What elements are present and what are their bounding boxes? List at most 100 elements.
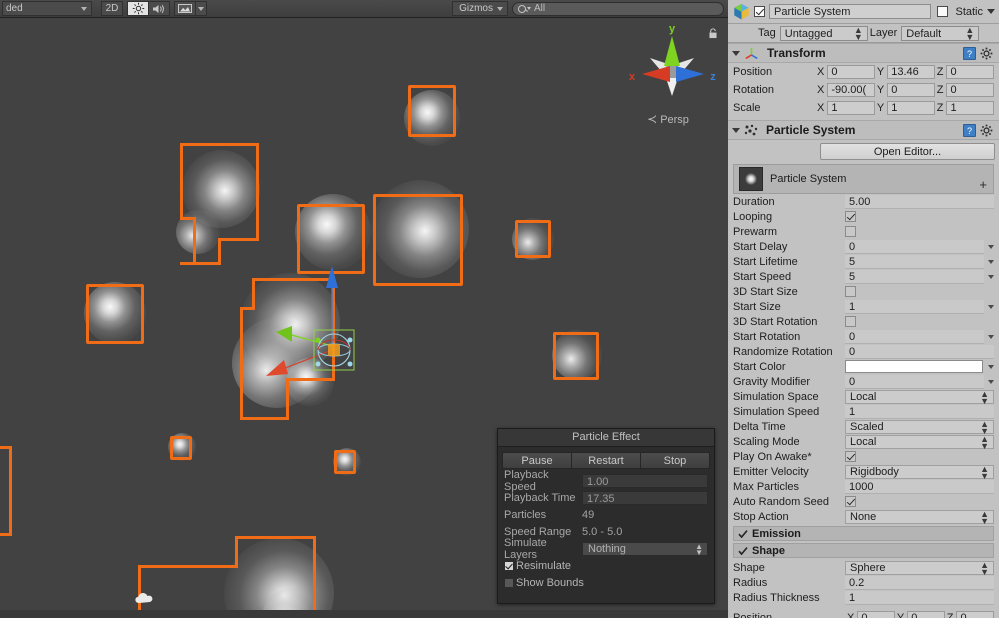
wrap	[845, 286, 994, 297]
scaling-mode-dropdown[interactable]: Local ▲ ▼	[845, 434, 994, 450]
scale-y-input[interactable]: 1	[887, 101, 935, 115]
particle-selection-outline	[334, 450, 356, 474]
position-x-input[interactable]: 0	[827, 65, 875, 79]
chevron-down-icon[interactable]	[988, 259, 994, 264]
scale-z-input[interactable]: 1	[946, 101, 995, 115]
chevron-down-icon[interactable]	[988, 364, 994, 369]
chevron-down-icon[interactable]	[988, 334, 994, 339]
particle-system-module-header[interactable]: Particle System +	[733, 164, 994, 194]
shape-position-x-input[interactable]: 0	[857, 610, 895, 618]
pause-button[interactable]: Pause	[502, 452, 572, 469]
object-name-input[interactable]: Particle System	[769, 4, 932, 19]
axis-z-cone	[676, 66, 704, 82]
chevron-down-icon[interactable]	[988, 304, 994, 309]
randomize-rotation-input[interactable]: 0	[845, 344, 994, 359]
chevron-down-icon[interactable]	[988, 379, 994, 384]
shape-module-checkbox[interactable]	[738, 546, 748, 556]
stop-button[interactable]: Stop	[640, 452, 710, 469]
show-bounds-checkbox[interactable]	[504, 577, 514, 588]
simulate-layers-dropdown[interactable]: Nothing ▲ ▼	[582, 541, 708, 556]
emission-module-checkbox[interactable]	[738, 529, 748, 539]
layer-dropdown[interactable]: Default ▲ ▼	[901, 25, 980, 41]
start-delay-input[interactable]: 0	[845, 239, 984, 254]
scene-fx-dropdown[interactable]	[195, 1, 207, 16]
scene-fx-button[interactable]	[174, 1, 196, 16]
start-rotation-row: Start Rotation 0	[728, 329, 999, 344]
module-header-emission[interactable]: Emission	[733, 526, 994, 541]
cloud-icon[interactable]	[134, 590, 158, 608]
axis-x-label: X	[847, 611, 855, 618]
delta-time-dropdown[interactable]: Scaled ▲ ▼	[845, 418, 994, 436]
emitter-velocity-dropdown[interactable]: Rigidbody ▲ ▼	[845, 464, 994, 480]
playback-speed-input[interactable]: 1.00	[582, 473, 708, 488]
scene-audio-button[interactable]	[148, 1, 170, 16]
gravity-modifier-input[interactable]: 0	[845, 374, 984, 389]
start-size-input[interactable]: 1	[845, 299, 984, 314]
duration-input[interactable]: 5.00	[845, 194, 994, 209]
updown-arrows-icon: ▲ ▼	[980, 418, 989, 436]
playback-time-input[interactable]: 17.35	[582, 490, 708, 505]
particle-icon	[744, 124, 758, 135]
chevron-down-icon[interactable]	[988, 244, 994, 249]
show-bounds-row[interactable]: Show Bounds	[498, 574, 714, 591]
gizmos-dropdown[interactable]: Gizmos	[452, 1, 508, 16]
radius-thickness-row: Radius Thickness 1	[728, 590, 999, 605]
radius-thickness-input[interactable]: 1	[845, 590, 994, 605]
rotation-x-input[interactable]: -90.00(	[827, 83, 875, 97]
static-dropdown-icon[interactable]	[987, 9, 995, 14]
transform-component-header[interactable]: Transform ?	[728, 43, 999, 63]
gear-icon[interactable]	[980, 124, 993, 137]
start-color-swatch[interactable]	[845, 360, 983, 373]
resimulate-row[interactable]: Resimulate	[498, 557, 714, 574]
shape-dropdown[interactable]: Sphere ▲ ▼	[845, 560, 994, 576]
tag-dropdown[interactable]: Untagged ▲ ▼	[779, 25, 868, 41]
lock-icon[interactable]	[708, 28, 718, 39]
particle-system-component-header[interactable]: Particle System ?	[728, 120, 999, 140]
help-icon[interactable]: ?	[963, 123, 976, 137]
scene-lighting-button[interactable]	[127, 1, 149, 16]
open-editor-button[interactable]: Open Editor...	[820, 142, 995, 160]
start-lifetime-input[interactable]: 5	[845, 254, 984, 269]
module-header-shape[interactable]: Shape	[733, 543, 994, 558]
rotation-z-input[interactable]: 0	[946, 83, 995, 97]
shape-position-z-input[interactable]: 0	[956, 610, 995, 618]
scene-search-input[interactable]: All	[512, 1, 724, 16]
shape-position-y-input[interactable]: 0	[907, 610, 945, 618]
simulation-speed-input[interactable]: 1	[845, 404, 994, 419]
start-speed-input[interactable]: 5	[845, 269, 984, 284]
gizmo-green-arrow	[276, 326, 292, 342]
looping-checkbox[interactable]	[845, 211, 856, 222]
play-on-awake-checkbox[interactable]	[845, 451, 856, 462]
start-size-label: Start Size	[733, 300, 781, 313]
simulation-space-dropdown[interactable]: Local ▲ ▼	[845, 389, 994, 405]
scene-axis-widget[interactable]: y x z ≺ Persp	[620, 22, 724, 130]
chevron-down-icon[interactable]	[988, 274, 994, 279]
scene-view[interactable]: y x z ≺ Persp Particle Effect Pause Rest…	[0, 18, 728, 610]
auto-random-seed-checkbox[interactable]	[845, 496, 856, 507]
prewarm-checkbox[interactable]	[845, 226, 856, 237]
draw-mode-dropdown[interactable]: ded	[2, 1, 92, 16]
scale-x-input[interactable]: 1	[827, 101, 875, 115]
restart-button[interactable]: Restart	[571, 452, 641, 469]
start-rotation-input[interactable]: 0	[845, 329, 984, 344]
gear-icon[interactable]	[980, 47, 993, 60]
projection-mode[interactable]: ≺ Persp	[620, 112, 716, 126]
foldout-arrow-icon[interactable]	[732, 50, 740, 56]
help-icon[interactable]: ?	[963, 46, 976, 60]
object-enabled-checkbox[interactable]	[754, 6, 765, 17]
plus-icon[interactable]: +	[979, 178, 987, 191]
rotation-y-input[interactable]: 0	[887, 83, 935, 97]
static-checkbox[interactable]	[937, 6, 949, 17]
open-editor-row: Open Editor...	[728, 140, 999, 162]
foldout-arrow-icon[interactable]	[732, 127, 740, 133]
3d-start-rotation-checkbox[interactable]	[845, 316, 856, 327]
toggle-2d-button[interactable]: 2D	[101, 1, 123, 16]
max-particles-input[interactable]: 1000	[845, 479, 994, 494]
3d-start-size-checkbox[interactable]	[845, 286, 856, 297]
resimulate-checkbox[interactable]	[504, 560, 514, 571]
radius-input[interactable]: 0.2	[845, 575, 994, 590]
axis-x-label: X	[817, 66, 825, 78]
position-y-input[interactable]: 13.46	[887, 65, 935, 79]
stop-action-dropdown[interactable]: None ▲ ▼	[845, 509, 994, 525]
position-z-input[interactable]: 0	[946, 65, 995, 79]
